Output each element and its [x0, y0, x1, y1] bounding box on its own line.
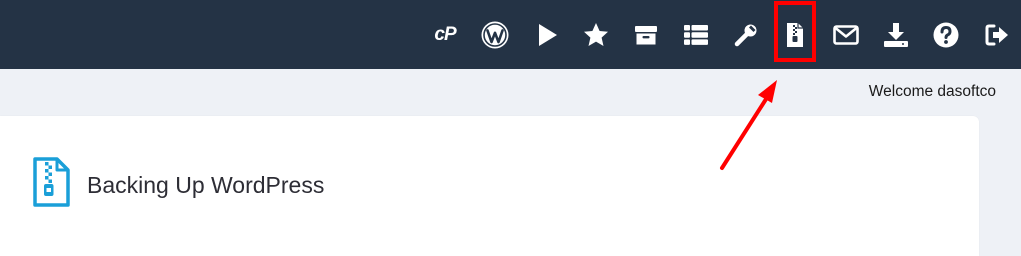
- download-icon[interactable]: [881, 20, 911, 50]
- wrench-icon[interactable]: [731, 20, 761, 50]
- zip-file-icon: [30, 156, 72, 213]
- content-card: Backing Up WordPress: [0, 116, 979, 256]
- logout-icon[interactable]: [982, 20, 1012, 50]
- wordpress-icon[interactable]: [480, 20, 510, 50]
- archive-icon[interactable]: [631, 20, 661, 50]
- play-icon[interactable]: [532, 20, 562, 50]
- mail-icon[interactable]: [831, 20, 861, 50]
- top-toolbar: cP: [0, 0, 1021, 69]
- list-icon[interactable]: [681, 20, 711, 50]
- welcome-message: Welcome dasoftco: [868, 83, 996, 100]
- page-title: Backing Up WordPress: [87, 172, 325, 198]
- cpanel-logo-text: cP: [434, 24, 456, 45]
- help-icon[interactable]: [931, 20, 961, 50]
- cpanel-logo-icon[interactable]: cP: [430, 20, 460, 50]
- star-icon[interactable]: [581, 20, 611, 50]
- highlight-box: [774, 1, 816, 62]
